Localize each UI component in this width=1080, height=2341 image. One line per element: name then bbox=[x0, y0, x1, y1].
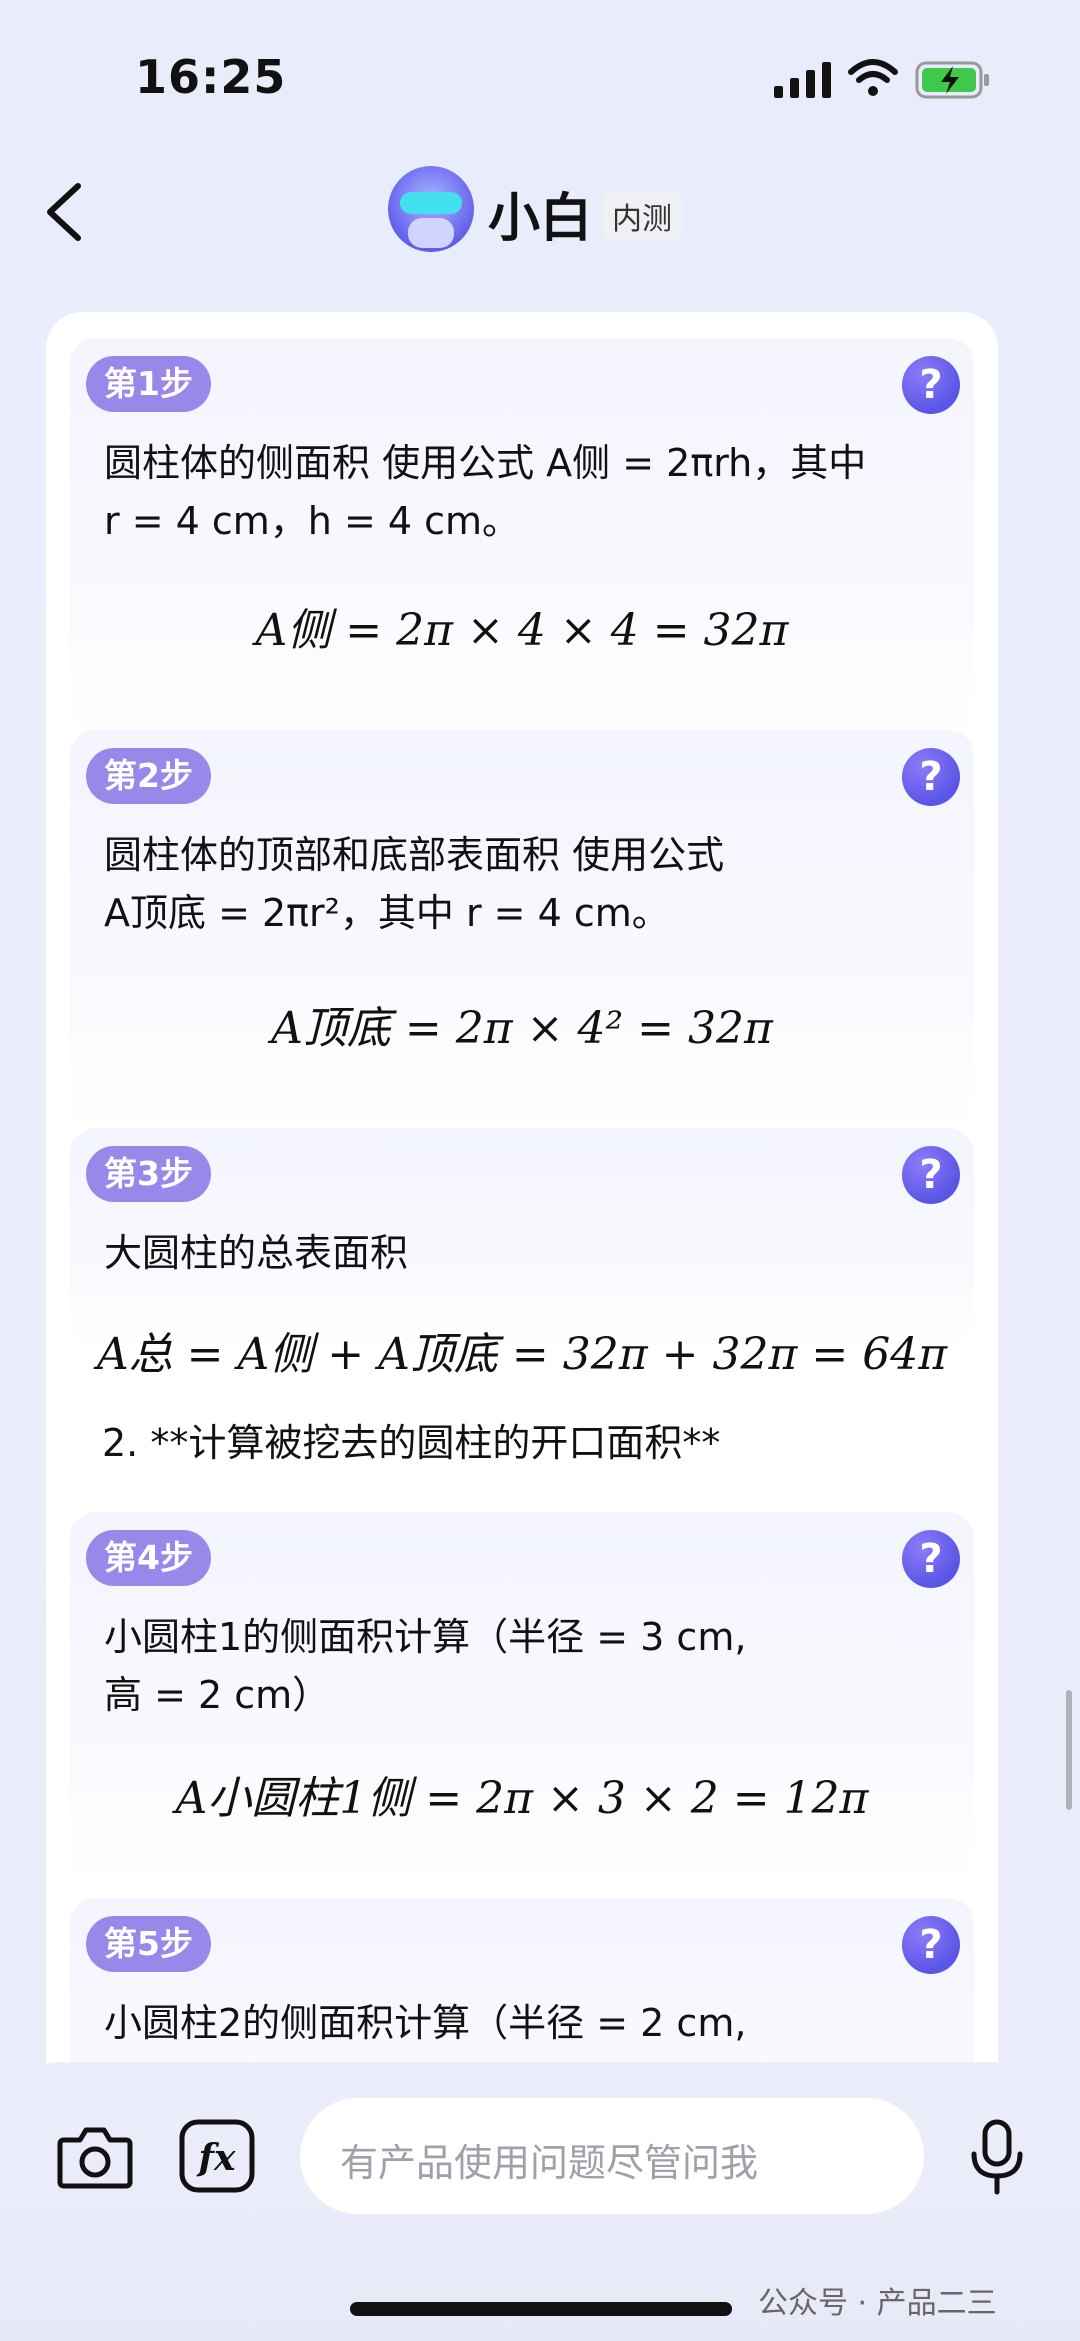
help-icon[interactable]: ? bbox=[902, 1530, 960, 1588]
step-badge: 第5步 bbox=[86, 1916, 211, 1972]
avatar bbox=[388, 166, 474, 252]
status-time: 16:25 bbox=[135, 50, 287, 104]
battery-charging-icon bbox=[915, 61, 989, 99]
step-description: 圆柱体的侧面积 使用公式 A侧 = 2πrh，其中 r = 4 cm，h = 4… bbox=[104, 441, 867, 543]
formula-fx-icon[interactable]: fx bbox=[178, 2118, 256, 2194]
step-description: 圆柱体的顶部和底部表面积 使用公式 A顶底 = 2πr²，其中 r = 4 cm… bbox=[104, 833, 725, 935]
step-card-4: 第4步 ? 小圆柱1的侧面积计算（半径 = 3 cm, 高 = 2 cm） A小… bbox=[70, 1512, 974, 1882]
step-formula: A小圆柱1侧 = 2π × 3 × 2 = 12π bbox=[175, 1773, 869, 1824]
step-card-2: 第2步 ? 圆柱体的顶部和底部表面积 使用公式 A顶底 = 2πr²，其中 r … bbox=[70, 730, 974, 1130]
step-description: 大圆柱的总表面积 bbox=[104, 1231, 409, 1275]
wifi-icon bbox=[848, 59, 898, 96]
step-badge: 第1步 bbox=[86, 356, 211, 412]
step-description: 小圆柱2的侧面积计算（半径 = 2 cm, bbox=[104, 2001, 747, 2045]
step-badge: 第3步 bbox=[86, 1146, 211, 1202]
help-icon[interactable]: ? bbox=[902, 1146, 960, 1204]
step-card-3: 第3步 ? 大圆柱的总表面积 A总 = A侧 + A顶底 = 32π + 32π… bbox=[70, 1128, 974, 1380]
home-indicator[interactable] bbox=[350, 2302, 732, 2316]
section-heading: 2. **计算被挖去的圆柱的开口面积** bbox=[102, 1421, 721, 1465]
step-card-1: 第1步 ? 圆柱体的侧面积 使用公式 A侧 = 2πrh，其中 r = 4 cm… bbox=[70, 338, 974, 738]
step-formula: A顶底 = 2π × 4² = 32π bbox=[271, 1003, 773, 1054]
back-icon[interactable] bbox=[42, 180, 86, 244]
help-icon[interactable]: ? bbox=[902, 748, 960, 806]
chat-answer-card: 第1步 ? 圆柱体的侧面积 使用公式 A侧 = 2πrh，其中 r = 4 cm… bbox=[46, 312, 998, 2112]
help-icon[interactable]: ? bbox=[902, 1916, 960, 1974]
step-description: 小圆柱1的侧面积计算（半径 = 3 cm, 高 = 2 cm） bbox=[104, 1615, 747, 1717]
input-placeholder: 有产品使用问题尽管问我 bbox=[340, 2141, 759, 2185]
question-input[interactable]: 有产品使用问题尽管问我 bbox=[300, 2098, 924, 2214]
microphone-icon[interactable] bbox=[968, 2118, 1026, 2196]
beta-badge: 内测 bbox=[602, 192, 682, 240]
step-formula: A侧 = 2π × 4 × 4 = 32π bbox=[255, 605, 789, 656]
signal-icon bbox=[774, 62, 831, 98]
step-formula: A总 = A侧 + A顶底 = 32π + 32π = 64π bbox=[96, 1329, 948, 1380]
step-badge: 第2步 bbox=[86, 748, 211, 804]
page-title: 小白 bbox=[488, 189, 593, 249]
watermark: 公众号 · 产品二三 bbox=[758, 2286, 997, 2321]
camera-icon[interactable] bbox=[56, 2120, 134, 2192]
step-badge: 第4步 bbox=[86, 1530, 211, 1586]
svg-text:fx: fx bbox=[196, 2137, 236, 2179]
scrollbar[interactable] bbox=[1066, 1690, 1072, 1810]
help-icon[interactable]: ? bbox=[902, 356, 960, 414]
